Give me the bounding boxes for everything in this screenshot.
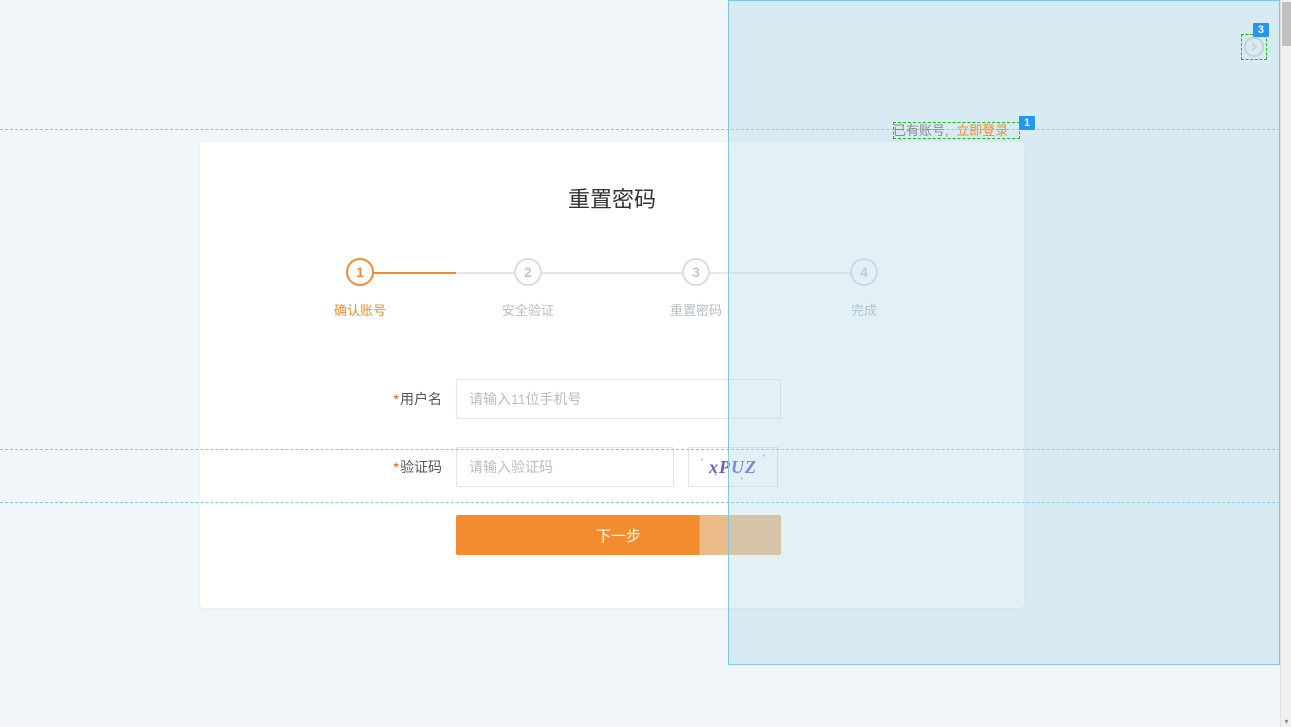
step-item: 2 安全验证 bbox=[498, 258, 558, 319]
step-label: 完成 bbox=[834, 300, 894, 319]
captcha-label: *验证码 bbox=[362, 457, 442, 477]
login-link-row: 已有账号, 立即登录 bbox=[893, 120, 1008, 139]
step-item: 1 确认账号 bbox=[330, 258, 390, 319]
step-label: 重置密码 bbox=[666, 300, 726, 319]
step-label: 确认账号 bbox=[330, 300, 390, 319]
next-step-button[interactable]: 下一步 bbox=[456, 515, 781, 555]
step-number: 2 bbox=[514, 258, 542, 286]
go-login-link[interactable]: 立即登录 bbox=[956, 123, 1008, 138]
step-number: 1 bbox=[346, 258, 374, 286]
arrow-right-circle-icon bbox=[1241, 34, 1267, 60]
scrollbar-thumb[interactable] bbox=[1282, 2, 1291, 46]
captcha-image[interactable]: xPUZ bbox=[688, 447, 778, 487]
scrollbar[interactable]: ▴ ▾ bbox=[1280, 0, 1291, 727]
card-title: 重置密码 bbox=[200, 182, 1024, 214]
step-label: 安全验证 bbox=[498, 300, 558, 319]
step-number: 4 bbox=[850, 258, 878, 286]
step-number: 3 bbox=[682, 258, 710, 286]
username-label: *用户名 bbox=[362, 389, 442, 409]
reset-password-card: 重置密码 1 确认账号 2 安全验证 3 重置密码 4 完成 *用户名 *验证码 xPUZ 下… bbox=[200, 142, 1024, 608]
captcha-input[interactable] bbox=[456, 447, 674, 487]
overlay-badge-1: 1 bbox=[1019, 116, 1035, 130]
captcha-row: *验证码 xPUZ bbox=[362, 447, 862, 487]
reset-form: *用户名 *验证码 xPUZ 下一步 bbox=[362, 379, 862, 555]
guide-line bbox=[0, 129, 1280, 130]
username-input[interactable] bbox=[456, 379, 781, 419]
step-item: 3 重置密码 bbox=[666, 258, 726, 319]
username-row: *用户名 bbox=[362, 379, 862, 419]
overlay-badge-3: 3 bbox=[1253, 23, 1269, 37]
step-item: 4 完成 bbox=[834, 258, 894, 319]
have-account-text: 已有账号, bbox=[893, 123, 949, 138]
stepper: 1 确认账号 2 安全验证 3 重置密码 4 完成 bbox=[330, 258, 894, 319]
scroll-down-icon[interactable]: ▾ bbox=[1281, 716, 1291, 727]
